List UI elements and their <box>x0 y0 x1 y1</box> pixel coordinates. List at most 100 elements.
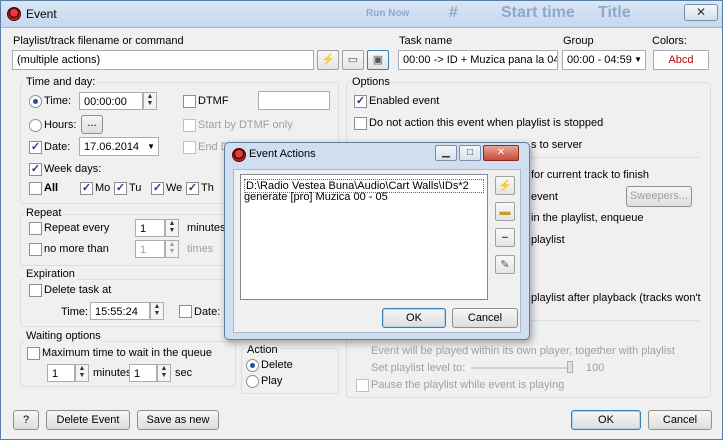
date-checkbox[interactable] <box>29 141 42 154</box>
own-player-label: Event will be played within its own play… <box>371 345 675 357</box>
no-more-than-spinner[interactable]: ▲ ▼ <box>165 240 179 258</box>
hours-radio[interactable] <box>29 119 42 132</box>
dialog-close-button[interactable]: ✕ <box>483 145 519 161</box>
time-label: Time: <box>44 95 72 107</box>
delete-task-checkbox[interactable] <box>29 284 42 297</box>
background-run-now: Run Now <box>366 8 410 19</box>
repeat-every-spinner[interactable]: ▲ ▼ <box>165 219 179 237</box>
minimize-icon: ▁ <box>442 147 450 158</box>
list-item[interactable]: generate [pro] Muzica 00 - 05 <box>244 191 388 203</box>
event-actions-dialog: Event Actions ▁ □ ✕ D:\Radio Vestea Buna… <box>224 142 530 340</box>
chevron-down-icon: ▼ <box>147 142 155 151</box>
wait-minutes-input[interactable]: 1 <box>47 364 75 382</box>
enabled-event-checkbox[interactable] <box>354 95 367 108</box>
set-level-label: Set playlist level to: <box>371 362 466 374</box>
week-days-checkbox[interactable] <box>29 163 42 176</box>
expiration-time-input[interactable]: 15:55:24 <box>90 302 150 320</box>
expiration-time-spinner[interactable]: ▲ ▼ <box>150 302 164 320</box>
playlist-label: Playlist/track filename or command <box>13 35 184 47</box>
repeat-legend: Repeat <box>24 207 64 219</box>
save-as-new-button[interactable]: Save as new <box>137 410 219 430</box>
open-folder-button[interactable]: ▭ <box>342 50 364 70</box>
time-spinner[interactable]: ▲ ▼ <box>143 92 157 110</box>
folder-icon: ▬ <box>499 206 511 218</box>
action-play-radio[interactable] <box>246 375 259 388</box>
task-name-input[interactable]: 00:00 -> ID + Muzica pana la 04:5 <box>398 50 558 70</box>
lightning-action-button[interactable]: ⚡ <box>495 176 515 195</box>
playlist-partial-label: playlist <box>531 234 565 246</box>
task-name-label: Task name <box>399 35 453 47</box>
level-value: 100 <box>586 362 605 374</box>
dialog-ok-button[interactable]: OK <box>382 308 446 328</box>
actions-button[interactable]: ▣ <box>367 50 389 70</box>
lightning-button[interactable]: ⚡ <box>317 50 339 70</box>
dialog-cancel-button[interactable]: Cancel <box>452 308 518 328</box>
no-more-than-checkbox[interactable] <box>29 243 42 256</box>
expiration-date-checkbox[interactable] <box>179 305 192 318</box>
day-we-label: We <box>166 182 183 194</box>
group-select[interactable]: 00:00 - 04:59 ▼ <box>562 50 646 70</box>
minus-icon: − <box>501 232 509 244</box>
action-delete-radio[interactable] <box>246 359 259 372</box>
repeat-every-input[interactable]: 1 <box>135 219 165 237</box>
wait-minutes-spinner[interactable]: ▲ ▼ <box>75 364 89 382</box>
delete-task-label: Delete task at <box>44 284 112 296</box>
window-title: Event <box>26 7 57 21</box>
dialog-body: D:\Radio Vestea Buna\Audio\Cart Walls\ID… <box>233 169 521 333</box>
repeat-every-label: Repeat every <box>44 222 110 234</box>
time-radio[interactable] <box>29 95 42 108</box>
repeat-every-checkbox[interactable] <box>29 222 42 235</box>
no-more-than-input[interactable]: 1 <box>135 240 165 258</box>
close-icon: ✕ <box>496 147 506 158</box>
no-more-than-label: no more than <box>44 243 109 255</box>
event-partial-label: event <box>531 191 558 203</box>
time-input[interactable]: 00:00:00 <box>79 92 143 110</box>
end-dtmf-checkbox[interactable] <box>183 141 196 154</box>
sweepers-button[interactable]: Sweepers... <box>626 186 692 207</box>
do-not-action-checkbox[interactable] <box>354 117 367 130</box>
dtmf-label: DTMF <box>198 95 229 107</box>
wait-track-label: for current track to finish <box>531 169 649 181</box>
after-playback-label: playlist after playback (tracks won't <box>531 292 701 304</box>
day-all-checkbox[interactable] <box>29 182 42 195</box>
day-th-checkbox[interactable] <box>186 182 199 195</box>
actions-list[interactable]: D:\Radio Vestea Buna\Audio\Cart Walls\ID… <box>240 174 488 300</box>
level-slider-thumb[interactable] <box>567 361 573 373</box>
date-picker[interactable]: 17.06.2014 ▼ <box>79 137 159 156</box>
wait-sec-input[interactable]: 1 <box>129 364 157 382</box>
minimize-button[interactable]: ▁ <box>435 145 457 161</box>
day-tu-checkbox[interactable] <box>114 182 127 195</box>
cancel-button[interactable]: Cancel <box>648 410 712 430</box>
edit-icon: ✎ <box>500 259 510 271</box>
day-mo-checkbox[interactable] <box>80 182 93 195</box>
options-divider <box>531 157 699 158</box>
group-value: 00:00 - 04:59 <box>567 54 632 66</box>
edit-action-button[interactable]: ✎ <box>495 255 515 274</box>
remove-action-button[interactable]: − <box>495 228 515 247</box>
dtmf-checkbox[interactable] <box>183 95 196 108</box>
wait-sec-spinner[interactable]: ▲ ▼ <box>157 364 171 382</box>
day-we-checkbox[interactable] <box>151 182 164 195</box>
options-legend: Options <box>350 76 392 88</box>
close-button[interactable]: ✕ <box>684 4 718 21</box>
pause-playlist-checkbox[interactable] <box>356 379 369 392</box>
wait-sec-label: sec <box>175 367 193 379</box>
times-label: times <box>187 243 214 255</box>
dtmf-input[interactable] <box>258 91 330 110</box>
action-play-label: Play <box>261 375 283 387</box>
maximize-button[interactable]: □ <box>459 145 481 161</box>
colors-swatch[interactable]: Abcd <box>653 50 709 70</box>
max-wait-checkbox[interactable] <box>27 347 40 360</box>
ok-button[interactable]: OK <box>571 410 641 430</box>
playlist-input[interactable]: (multiple actions) <box>12 50 314 70</box>
hours-button[interactable]: ... <box>81 115 103 134</box>
wait-minutes-label: minutes <box>93 367 132 379</box>
help-button[interactable]: ? <box>13 410 39 430</box>
start-dtmf-checkbox[interactable] <box>183 119 196 132</box>
delete-event-button[interactable]: Delete Event <box>46 410 130 430</box>
expiration-date-label: Date: <box>194 306 221 318</box>
open-file-button[interactable]: ▬ <box>495 202 515 221</box>
expiration-time-label: Time: <box>61 306 89 318</box>
level-slider-track[interactable] <box>471 367 571 369</box>
date-label: Date: <box>44 141 71 153</box>
